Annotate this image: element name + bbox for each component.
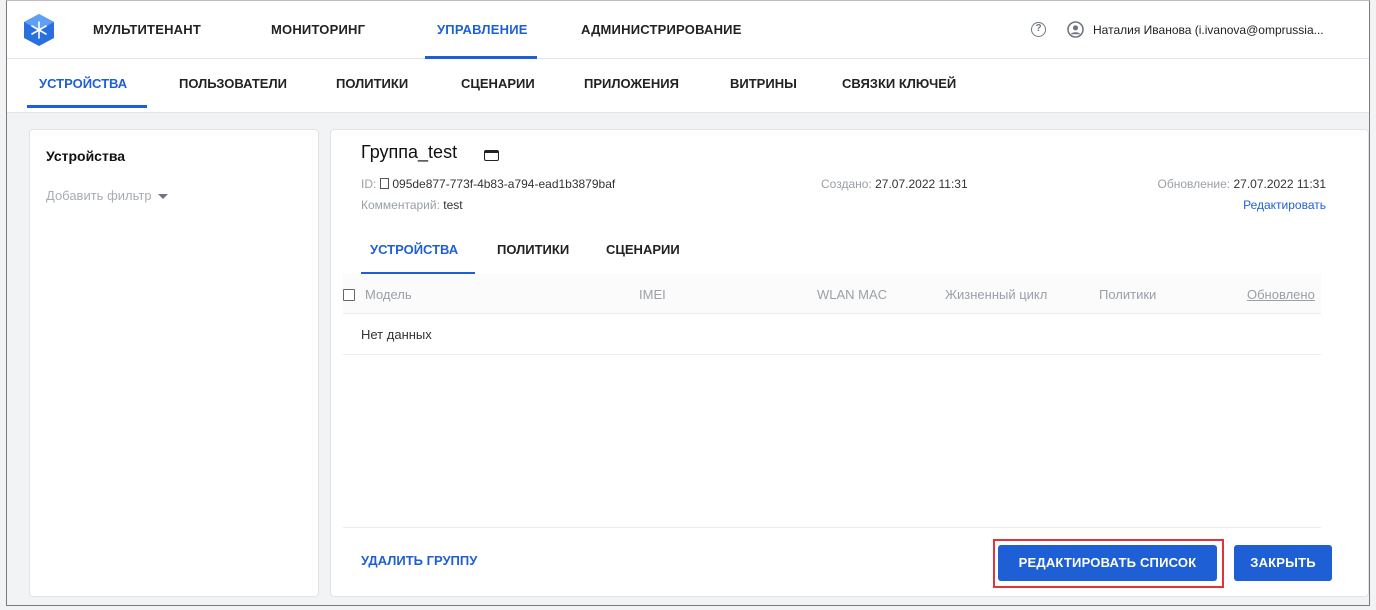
group-comment-label: Комментарий:	[361, 198, 440, 212]
group-created-value: 27.07.2022 11:31	[875, 177, 968, 191]
panel-title: Устройства	[46, 148, 126, 164]
topnav-administration[interactable]: АДМИНИСТРИРОВАНИЕ	[581, 1, 742, 59]
group-created: Создано: 27.07.2022 11:31	[821, 177, 968, 191]
group-comment: Комментарий: test	[361, 198, 463, 212]
caret-down-icon	[157, 194, 168, 200]
add-filter-label: Добавить фильтр	[46, 188, 152, 203]
edit-group-link[interactable]: Редактировать	[1243, 198, 1326, 212]
group-updated-label: Обновление:	[1157, 177, 1231, 191]
delete-group-button[interactable]: УДАЛИТЬ ГРУППУ	[361, 553, 477, 568]
tab-policies[interactable]: ПОЛИТИКИ	[336, 59, 408, 109]
column-policies[interactable]: Политики	[1099, 287, 1156, 302]
copy-icon[interactable]	[380, 178, 390, 189]
inner-tab-scenarios[interactable]: СЦЕНАРИИ	[606, 242, 680, 257]
group-id: ID: 095de877-773f-4b83-a794-ead1b3879baf	[361, 177, 615, 191]
tab-devices[interactable]: УСТРОЙСТВА	[39, 59, 127, 109]
inner-tab-devices[interactable]: УСТРОЙСТВА	[370, 242, 458, 257]
column-imei[interactable]: IMEI	[639, 287, 666, 302]
devices-filter-panel: Устройства Добавить фильтр	[29, 129, 319, 597]
topnav-management[interactable]: УПРАВЛЕНИЕ	[437, 1, 528, 59]
app-window: МУЛЬТИТЕНАНТ МОНИТОРИНГ УПРАВЛЕНИЕ АДМИН…	[6, 0, 1370, 606]
column-lifecycle[interactable]: Жизненный цикл	[945, 287, 1047, 302]
group-created-label: Создано:	[821, 177, 872, 191]
tab-storefronts[interactable]: ВИТРИНЫ	[730, 59, 797, 109]
group-title: Группа_test	[361, 142, 458, 162]
group-comment-value: test	[443, 198, 463, 212]
tab-applications[interactable]: ПРИЛОЖЕНИЯ	[584, 59, 679, 109]
group-updated: Обновление: 27.07.2022 11:31	[1158, 177, 1327, 191]
group-id-value: 095de877-773f-4b83-a794-ead1b3879baf	[392, 177, 616, 191]
table-empty-row: Нет данных	[343, 315, 1321, 355]
tab-users[interactable]: ПОЛЬЗОВАТЕЛИ	[179, 59, 287, 109]
inner-tab-policies[interactable]: ПОЛИТИКИ	[497, 242, 569, 257]
close-button[interactable]: ЗАКРЫТЬ	[1234, 545, 1332, 581]
user-icon[interactable]	[1067, 21, 1084, 38]
add-filter-dropdown[interactable]: Добавить фильтр	[46, 188, 168, 203]
column-updated[interactable]: Обновлено	[1247, 287, 1315, 302]
topnav-multitenant[interactable]: МУЛЬТИТЕНАНТ	[93, 1, 201, 59]
subnav-active-indicator	[27, 105, 147, 108]
user-name[interactable]: Наталия Иванова (i.ivanova@omprussia...	[1093, 1, 1324, 59]
group-id-label: ID:	[361, 177, 377, 191]
group-updated-value: 27.07.2022 11:31	[1233, 177, 1326, 191]
tab-keychains[interactable]: СВЯЗКИ КЛЮЧЕЙ	[842, 59, 956, 109]
empty-state-text: Нет данных	[361, 327, 432, 342]
group-details-panel: Группа_test ID: 095de877-773f-4b83-a794-e…	[330, 129, 1369, 597]
column-wlan-mac[interactable]: WLAN MAC	[817, 287, 887, 302]
help-icon[interactable]: ?	[1031, 22, 1046, 37]
column-model[interactable]: Модель	[365, 287, 412, 302]
logo-icon[interactable]	[23, 13, 55, 47]
section-tabs-bar: УСТРОЙСТВА ПОЛЬЗОВАТЕЛИ ПОЛИТИКИ СЦЕНАРИ…	[7, 59, 1369, 113]
topnav-monitoring[interactable]: МОНИТОРИНГ	[271, 1, 365, 59]
edit-list-button[interactable]: РЕДАКТИРОВАТЬ СПИСОК	[998, 545, 1217, 581]
folder-icon	[484, 150, 499, 161]
devices-table-header: Модель IMEI WLAN MAC Жизненный цикл Поли…	[343, 274, 1321, 314]
select-all-checkbox[interactable]	[343, 289, 355, 301]
tab-scenarios[interactable]: СЦЕНАРИИ	[461, 59, 535, 109]
top-navigation-bar: МУЛЬТИТЕНАНТ МОНИТОРИНГ УПРАВЛЕНИЕ АДМИН…	[7, 1, 1369, 59]
footer-divider	[343, 527, 1321, 528]
